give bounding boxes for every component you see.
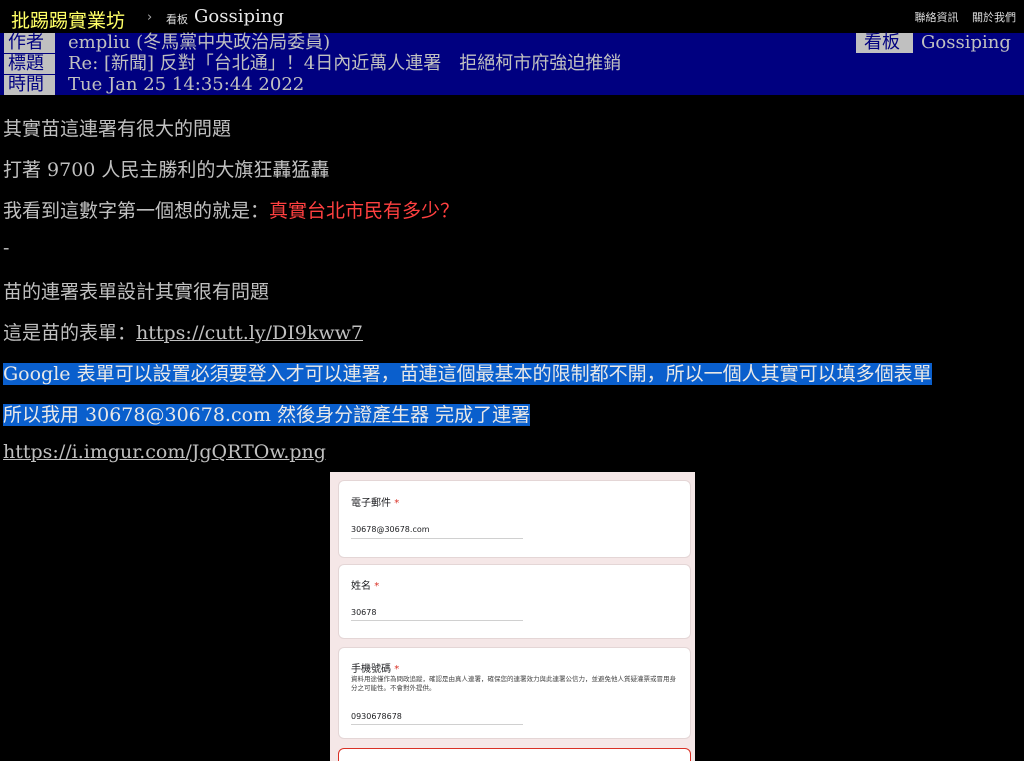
- phone-description: 資料用途僅作為問政追蹤，確認是由真人連署，確保您的連署效力與此連署公信力，並避免…: [351, 675, 676, 692]
- content-line-2: 打著 9700 人民主勝利的大旗狂轟猛轟: [3, 159, 330, 181]
- phone-answer: 0930678678: [351, 712, 402, 721]
- content-line-4: -: [3, 237, 10, 259]
- highlighted-text-1: Google 表單可以設置必須要登入才可以連署，苗連這個最基本的限制都不開，所以…: [3, 363, 932, 385]
- contact-info-link[interactable]: 聯絡資訊: [915, 11, 959, 24]
- embedded-form-screenshot[interactable]: 電子郵件 * 30678@30678.com 姓名 * 30678 手機號碼 *…: [330, 472, 695, 761]
- author-row: 作者 empliu (冬馬黨中央政治局委員) 看板 Gossiping: [0, 32, 1024, 53]
- title-value: Re: [新聞] 反對「台北通」！4日內近萬人連署 拒絕柯市府強迫推銷: [68, 53, 622, 74]
- name-question: 姓名 *: [351, 581, 380, 592]
- form-link[interactable]: https://cutt.ly/DI9kww7: [136, 322, 363, 344]
- about-us-link[interactable]: 關於我們: [972, 11, 1016, 24]
- content-line-3-prefix: 我看到這數字第一個想的就是：: [3, 200, 270, 222]
- content-line-6: 這是苗的表單：https://cutt.ly/DI9kww7: [3, 318, 363, 345]
- content-line-3: 我看到這數字第一個想的就是：真實台北市民有多少？: [3, 196, 459, 223]
- top-nav-bar: 批踢踢實業坊 › 看板 Gossiping 聯絡資訊 關於我們: [0, 0, 1024, 33]
- board-value: Gossiping: [921, 32, 1011, 53]
- phone-underline: [351, 724, 523, 725]
- title-tag: 標題: [4, 53, 55, 74]
- author-value: empliu (冬馬黨中央政治局委員): [68, 32, 331, 53]
- breadcrumb-separator: ›: [147, 10, 153, 25]
- highlighted-text-2: 所以我用 30678@30678.com 然後身分證產生器 完成了連署: [3, 404, 531, 426]
- time-tag: 時間: [4, 74, 55, 95]
- author-tag: 作者: [4, 32, 55, 53]
- email-answer: 30678@30678.com: [351, 525, 430, 534]
- time-row: 時間 Tue Jan 25 14:35:44 2022: [0, 74, 1024, 95]
- name-underline: [351, 620, 523, 621]
- email-underline: [351, 538, 523, 539]
- title-row: 標題 Re: [新聞] 反對「台北通」！4日內近萬人連署 拒絕柯市府強迫推銷: [0, 53, 1024, 74]
- site-name-link[interactable]: 批踢踢實業坊: [11, 6, 125, 33]
- board-label: 看板: [166, 13, 188, 26]
- image-link[interactable]: https://i.imgur.com/JgQRTOw.png: [3, 441, 326, 463]
- phone-question: 手機號碼 *: [351, 664, 400, 675]
- content-line-9: https://i.imgur.com/JgQRTOw.png: [3, 441, 326, 463]
- content-line-3-red: 真實台北市民有多少？: [269, 200, 460, 222]
- form-card-name: 姓名 * 30678: [338, 564, 691, 639]
- board-name-link[interactable]: Gossiping: [194, 6, 284, 27]
- email-question: 電子郵件 *: [351, 498, 400, 509]
- form-card-email: 電子郵件 * 30678@30678.com: [338, 480, 691, 558]
- article-meta-header: 作者 empliu (冬馬黨中央政治局委員) 看板 Gossiping 標題 R…: [0, 32, 1024, 95]
- nav-right-links: 聯絡資訊 關於我們: [905, 9, 1017, 25]
- content-line-7: Google 表單可以設置必須要登入才可以連署，苗連這個最基本的限制都不開，所以…: [3, 359, 932, 386]
- content-line-6-prefix: 這是苗的表單：: [3, 322, 137, 344]
- form-card-phone: 手機號碼 * 資料用途僅作為問政追蹤，確認是由真人連署，確保您的連署效力與此連署…: [338, 647, 691, 739]
- name-answer: 30678: [351, 608, 377, 617]
- form-card-next: [338, 748, 691, 761]
- board-tag: 看板: [856, 32, 913, 53]
- content-line-1: 其實苗這連署有很大的問題: [3, 118, 232, 140]
- time-value: Tue Jan 25 14:35:44 2022: [68, 74, 305, 95]
- content-line-8: 所以我用 30678@30678.com 然後身分證產生器 完成了連署: [3, 400, 531, 427]
- content-line-5: 苗的連署表單設計其實很有問題: [3, 281, 270, 303]
